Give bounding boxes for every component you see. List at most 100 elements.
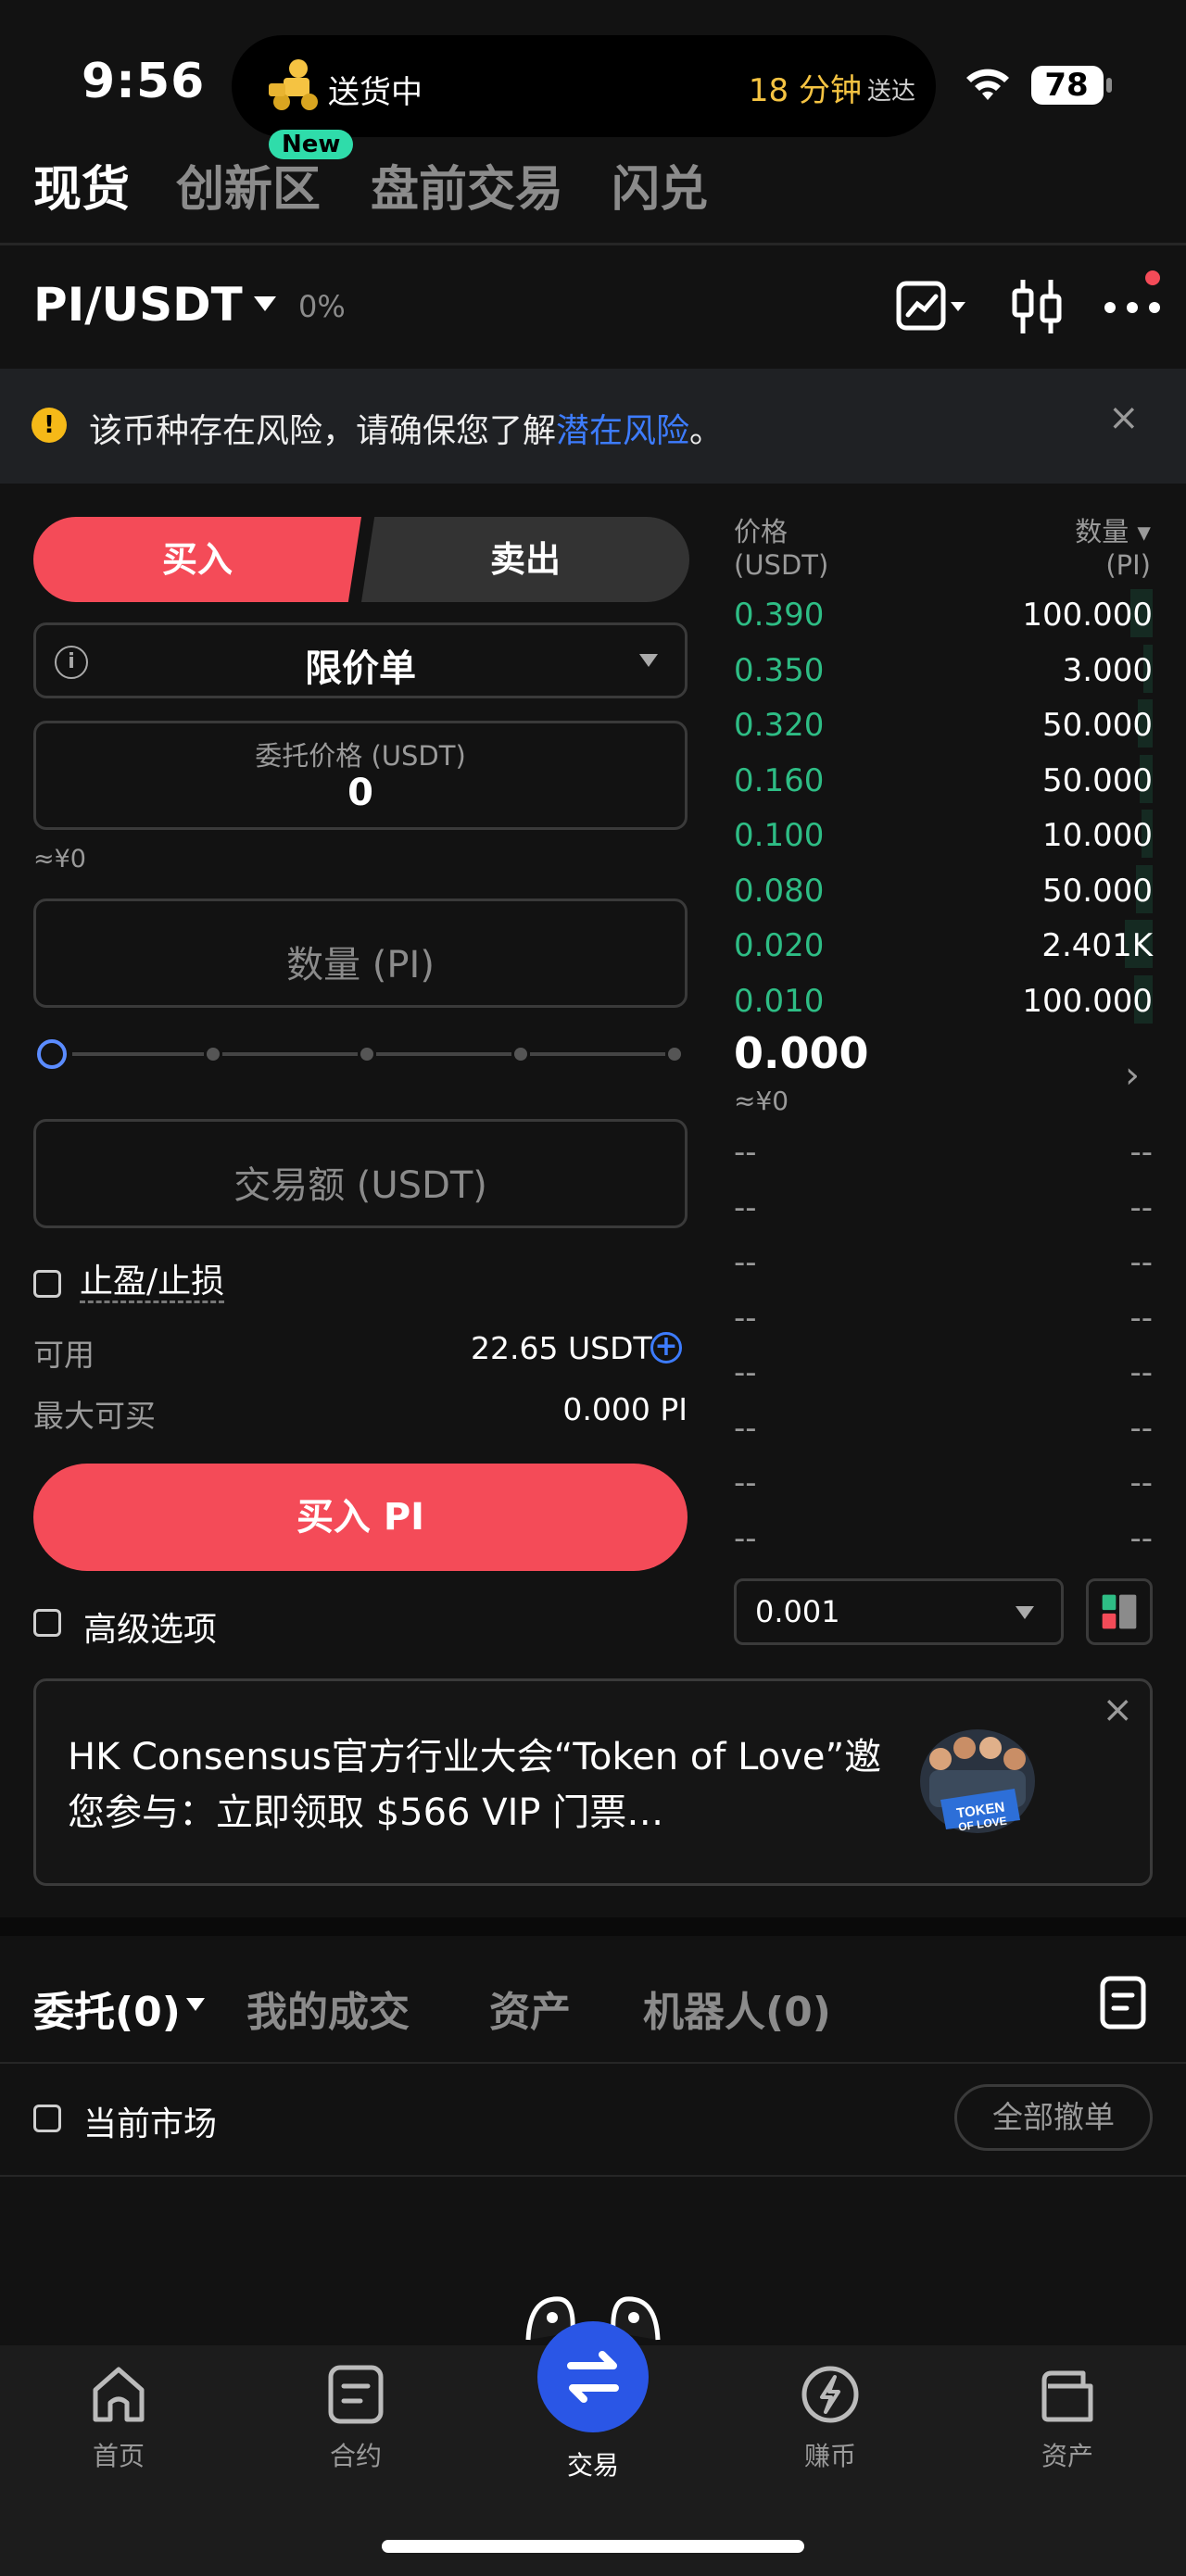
live-activity-status: 送货中	[328, 74, 423, 111]
bid-qty: --	[1129, 1244, 1153, 1281]
current-market-checkbox[interactable]	[33, 2105, 61, 2132]
caret-down-icon[interactable]	[185, 1997, 206, 2012]
risk-link[interactable]: 潜在风险	[556, 412, 689, 450]
ask-row[interactable]: 0.010 100.000	[734, 972, 1153, 1027]
nav-futures[interactable]: 合约	[291, 2362, 421, 2473]
order-type-select[interactable]: i 限价单	[33, 622, 688, 698]
nav-trade-label[interactable]: 交易	[528, 2445, 658, 2482]
price-input[interactable]: 委托价格 (USDT) 0	[33, 721, 688, 830]
price-value[interactable]: 0	[36, 772, 685, 814]
bid-qty: --	[1129, 1134, 1153, 1171]
ask-row[interactable]: 0.350 3.000	[734, 641, 1153, 697]
bid-row[interactable]: -- --	[734, 1345, 1153, 1401]
tab-assets[interactable]: 资产	[489, 1979, 571, 2038]
ask-qty: 2.401K	[1041, 927, 1153, 964]
order-type-value: 限价单	[305, 647, 416, 690]
futures-icon	[328, 2365, 384, 2424]
orderbook-price-header: 价格 (USDT)	[734, 515, 828, 582]
tab-bots[interactable]: 机器人(0)	[643, 1979, 831, 2038]
ask-qty: 100.000	[1022, 982, 1153, 1020]
nav-assets[interactable]: 资产	[1003, 2362, 1132, 2473]
candlestick-icon[interactable]	[1010, 276, 1066, 337]
ask-qty: 100.000	[1022, 597, 1153, 634]
tab-convert[interactable]: 闪兑	[612, 150, 708, 220]
available-value: 22.65 USDT	[471, 1330, 652, 1366]
trade-nav-button[interactable]	[537, 2321, 649, 2432]
trade-amount-input[interactable]: 交易额 (USDT)	[33, 1119, 688, 1228]
advanced-options-checkbox[interactable]	[33, 1609, 61, 1637]
bid-row[interactable]: -- --	[734, 1235, 1153, 1290]
ask-row[interactable]: 0.390 100.000	[734, 585, 1153, 641]
ask-row[interactable]: 0.160 50.000	[734, 751, 1153, 807]
bid-row[interactable]: -- --	[734, 1511, 1153, 1566]
risk-end: 。	[689, 412, 724, 450]
bid-row[interactable]: -- --	[734, 1401, 1153, 1456]
tab-spot[interactable]: 现货	[33, 150, 130, 220]
price-label: 委托价格 (USDT)	[255, 740, 466, 772]
wifi-icon	[966, 69, 1009, 100]
chart-icon[interactable]	[895, 278, 969, 335]
sell-tab[interactable]: 卖出	[361, 517, 689, 602]
divider	[0, 2175, 1186, 2177]
nav-earn-label: 赚币	[803, 2441, 856, 2471]
bid-qty: --	[1129, 1409, 1153, 1447]
cancel-all-button[interactable]: 全部撤单	[954, 2084, 1153, 2151]
tab-open-orders[interactable]: 委托(0)	[33, 1979, 181, 2038]
bid-price: --	[734, 1134, 757, 1171]
orderbook-qty-header[interactable]: 数量 ▾ (PI)	[1075, 515, 1151, 582]
bid-row[interactable]: -- --	[734, 1455, 1153, 1511]
buy-submit-button[interactable]: 买入 PI	[33, 1464, 688, 1571]
close-icon[interactable]: ×	[1102, 1689, 1133, 1731]
bid-qty: --	[1129, 1354, 1153, 1391]
ask-row[interactable]: 0.100 10.000	[734, 806, 1153, 861]
bid-qty: --	[1129, 1299, 1153, 1337]
more-icon[interactable]	[1097, 283, 1167, 332]
risk-message: 该币种存在风险，请确保您了解	[89, 412, 557, 450]
pair-selector[interactable]: PI/USDT	[33, 278, 243, 332]
price-header-unit: (USDT)	[734, 549, 829, 581]
earn-icon	[801, 2366, 859, 2423]
amount-slider[interactable]	[33, 1032, 688, 1076]
promo-banner[interactable]: HK Consensus官方行业大会“Token of Love”邀您参与：立即…	[33, 1678, 1153, 1886]
order-history-icon[interactable]	[1099, 1975, 1147, 2030]
close-icon[interactable]: ×	[1108, 396, 1140, 439]
orderbook-layout-icon[interactable]	[1086, 1578, 1153, 1645]
qty-header-label: 数量 ▾	[1075, 516, 1151, 547]
tpsl-checkbox[interactable]	[33, 1270, 61, 1298]
caret-down-icon[interactable]	[252, 295, 278, 313]
tab-my-trades[interactable]: 我的成交	[246, 1979, 410, 2038]
ask-row[interactable]: 0.320 50.000	[734, 696, 1153, 751]
tab-innovation[interactable]: 创新区	[176, 150, 321, 220]
nav-home[interactable]: 首页	[54, 2362, 183, 2473]
chevron-right-icon[interactable]: ›	[1125, 1054, 1140, 1097]
price-header-label: 价格	[734, 516, 789, 547]
bid-price: --	[734, 1244, 757, 1281]
divider	[0, 2062, 1186, 2064]
advanced-options-label[interactable]: 高级选项	[83, 1602, 217, 1651]
divider	[0, 243, 1186, 245]
bid-row[interactable]: -- --	[734, 1180, 1153, 1236]
bid-row[interactable]: -- --	[734, 1290, 1153, 1346]
notification-dot	[1145, 270, 1160, 285]
ask-row[interactable]: 0.080 50.000	[734, 861, 1153, 917]
price-approx: ≈¥0	[33, 845, 86, 873]
tpsl-label[interactable]: 止盈/止损	[80, 1263, 225, 1303]
precision-value: 0.001	[755, 1594, 840, 1629]
bid-row[interactable]: -- --	[734, 1125, 1153, 1180]
ask-price: 0.080	[734, 872, 825, 910]
caret-down-icon	[639, 654, 658, 667]
deposit-plus-icon[interactable]: +	[650, 1332, 682, 1363]
nav-earn[interactable]: 赚币	[765, 2362, 895, 2473]
ask-qty: 50.000	[1042, 707, 1153, 744]
section-separator	[0, 1917, 1186, 1936]
tab-premarket[interactable]: 盘前交易	[371, 150, 563, 220]
wallet-icon	[1041, 2370, 1093, 2422]
warning-icon: !	[32, 408, 67, 443]
quantity-input[interactable]: 数量 (PI)	[33, 898, 688, 1008]
current-market-label[interactable]: 当前市场	[83, 2097, 217, 2145]
ask-row[interactable]: 0.020 2.401K	[734, 916, 1153, 972]
promo-text[interactable]: HK Consensus官方行业大会“Token of Love”邀您参与：立即…	[68, 1729, 883, 1841]
buy-tab[interactable]: 买入	[33, 517, 361, 602]
precision-select[interactable]: 0.001	[734, 1578, 1064, 1645]
live-activity-pill[interactable]: 送货中 18 分钟 送达	[232, 35, 936, 137]
